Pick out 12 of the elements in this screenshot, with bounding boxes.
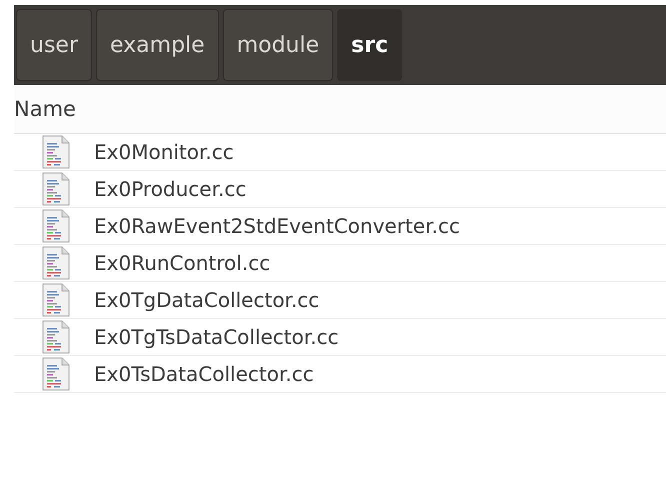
path-button[interactable]: example xyxy=(96,9,219,81)
path-button[interactable]: src xyxy=(337,9,402,81)
file-name[interactable]: Ex0RawEvent2StdEventConverter.cc xyxy=(94,214,460,238)
file-name[interactable]: Ex0Monitor.cc xyxy=(94,140,234,164)
file-name[interactable]: Ex0Producer.cc xyxy=(94,177,246,201)
file-name[interactable]: Ex0TgTsDataCollector.cc xyxy=(94,325,339,349)
column-header[interactable]: Name xyxy=(14,97,76,121)
file-name[interactable]: Ex0RunControl.cc xyxy=(94,251,270,275)
file-name[interactable]: Ex0TsDataCollector.cc xyxy=(94,362,314,386)
file-name[interactable]: Ex0TgDataCollector.cc xyxy=(94,288,320,312)
path-button[interactable]: module xyxy=(222,9,334,81)
path-button[interactable]: user xyxy=(16,9,92,81)
